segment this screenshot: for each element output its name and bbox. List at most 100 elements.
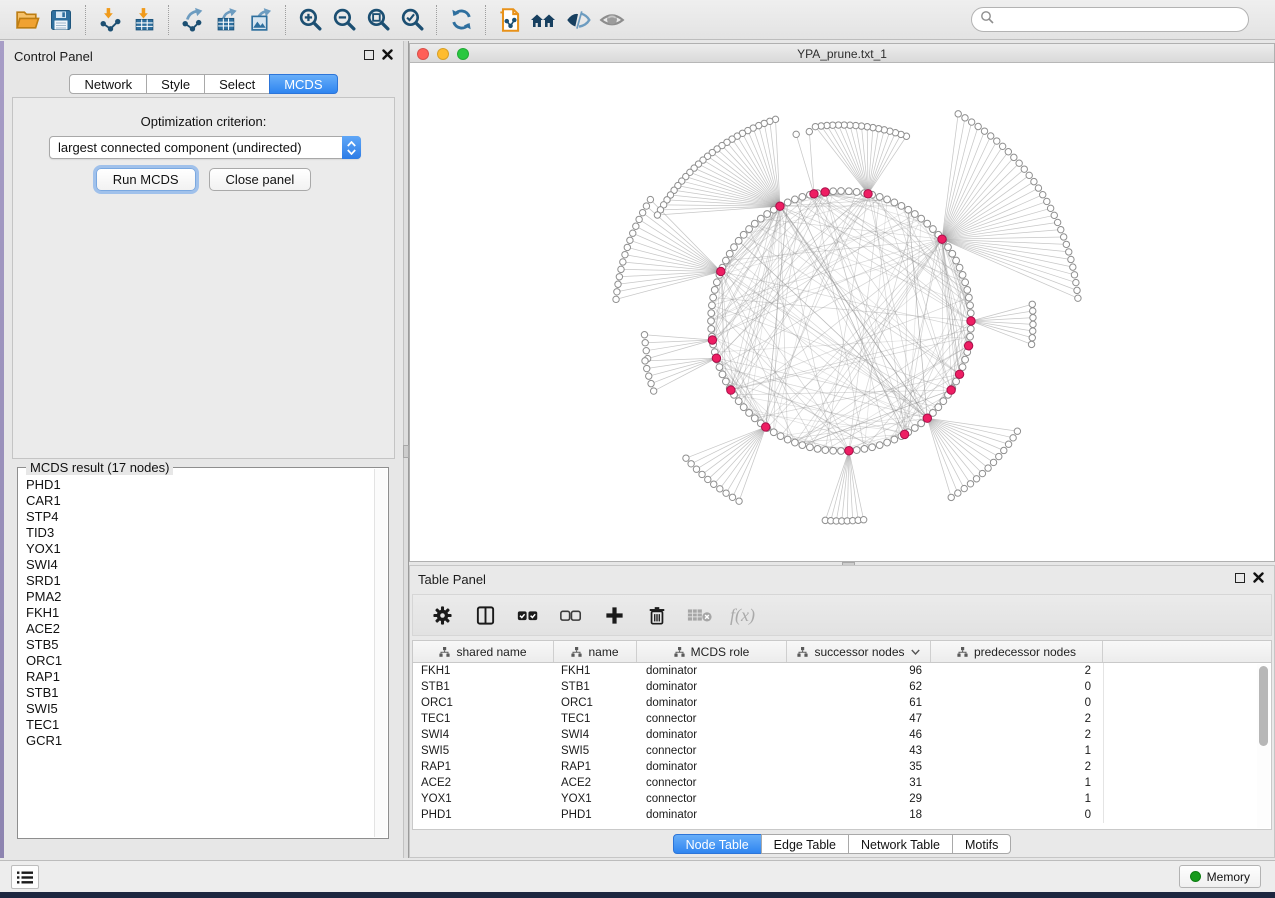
mcds-result-item[interactable]: SWI4 [26,557,374,573]
search-icon [980,10,995,30]
table-row[interactable]: TEC1TEC1connector472 [413,711,1256,727]
tab-mcds[interactable]: MCDS [269,74,337,94]
table-row[interactable]: PHD1PHD1dominator180 [413,807,1256,823]
mcds-result-item[interactable]: STB5 [26,637,374,653]
mcds-result-item[interactable]: SRD1 [26,573,374,589]
table-row[interactable]: ACE2ACE2connector311 [413,775,1256,791]
network-node [948,494,954,500]
column-panel-icon[interactable] [472,602,498,628]
scrollbar-thumb[interactable] [1259,666,1268,746]
open-folder-icon[interactable] [10,4,44,36]
gear-icon[interactable] [429,602,455,628]
network-node [740,231,747,238]
network-node [953,378,960,385]
table-cell: 43 [787,745,931,757]
zoom-out-icon[interactable] [327,4,361,36]
import-table-icon[interactable] [127,4,161,36]
add-icon[interactable] [601,602,627,628]
mcds-result-item[interactable]: TEC1 [26,717,374,733]
function-builder-icon[interactable]: f(x) [730,605,755,626]
table-cell: FKH1 [554,665,637,677]
refresh-layout-icon[interactable] [444,4,478,36]
network-node [1068,256,1074,262]
float-window-icon[interactable] [364,50,374,60]
tab-edge-table[interactable]: Edge Table [761,834,849,854]
column-header-shared-name[interactable]: shared name [413,641,554,662]
mcds-result-item[interactable]: CAR1 [26,493,374,509]
mcds-result-item[interactable]: GCR1 [26,733,374,749]
mcds-result-item[interactable]: PHD1 [26,477,374,493]
network-titlebar[interactable]: YPA_prune.txt_1 [410,44,1274,63]
table-row[interactable]: ORC1ORC1dominator610 [413,695,1256,711]
mcds-result-item[interactable]: SWI5 [26,701,374,717]
close-panel-button[interactable]: Close panel [209,168,312,191]
save-icon[interactable] [44,4,78,36]
network-node [853,447,860,454]
table-row[interactable]: SWI4SWI4dominator462 [413,727,1256,743]
network-node [618,266,624,272]
table-row[interactable]: FKH1FKH1dominator962 [413,663,1256,679]
first-neighbors-icon[interactable] [527,4,561,36]
mcds-node [761,423,769,431]
network-canvas[interactable] [410,63,1274,561]
table-scrollbar[interactable] [1257,664,1270,828]
table-row[interactable]: RAP1RAP1dominator352 [413,759,1256,775]
tab-node-table[interactable]: Node Table [673,834,762,854]
task-history-button[interactable] [11,865,39,889]
tab-network-table[interactable]: Network Table [848,834,953,854]
mcds-result-item[interactable]: FKH1 [26,605,374,621]
export-network-icon[interactable] [176,4,210,36]
deselect-all-icon[interactable] [558,602,584,628]
tab-select[interactable]: Select [204,74,270,94]
search-box[interactable] [971,7,1249,32]
tab-style[interactable]: Style [146,74,205,94]
network-node [731,244,738,251]
criterion-dropdown[interactable]: largest connected component (undirected) [49,136,361,159]
mcds-result-item[interactable]: YOX1 [26,541,374,557]
mcds-result-item[interactable]: ORC1 [26,653,374,669]
mcds-result-item[interactable]: RAP1 [26,669,374,685]
tab-network[interactable]: Network [69,74,147,94]
mcds-result-item[interactable]: TID3 [26,525,374,541]
select-all-icon[interactable] [515,602,541,628]
table-row[interactable]: SWI5SWI5connector431 [413,743,1256,759]
eye-icon[interactable] [595,4,629,36]
export-image-icon[interactable] [244,4,278,36]
column-header-predecessor-nodes[interactable]: predecessor nodes [931,641,1103,662]
delete-icon[interactable] [644,602,670,628]
zoom-selected-icon[interactable] [395,4,429,36]
mcds-result-item[interactable]: STP4 [26,509,374,525]
run-mcds-button[interactable]: Run MCDS [96,168,196,191]
column-header-successor-nodes[interactable]: successor nodes [787,641,931,662]
network-node [981,128,987,134]
mcds-result-item[interactable]: STB1 [26,685,374,701]
mcds-node [810,190,818,198]
mcds-result-item[interactable]: PMA2 [26,589,374,605]
column-header-mcds-role[interactable]: MCDS role [637,641,787,662]
delete-table-icon[interactable] [687,602,713,628]
mcds-node [712,354,720,362]
tab-motifs[interactable]: Motifs [952,834,1011,854]
network-graph[interactable] [410,63,1274,560]
network-node [784,199,791,206]
column-header-name[interactable]: name [554,641,637,662]
memory-button[interactable]: Memory [1179,865,1261,888]
share-network-icon[interactable] [493,4,527,36]
network-node [633,223,639,229]
close-panel-icon[interactable] [382,49,393,60]
float-window-icon[interactable] [1235,573,1245,583]
search-input[interactable] [995,10,1248,30]
export-table-icon[interactable] [210,4,244,36]
table-panel-title: Table Panel [418,572,486,587]
table-row[interactable]: STB1STB1dominator620 [413,679,1256,695]
import-network-icon[interactable] [93,4,127,36]
table-row[interactable]: YOX1YOX1connector291 [413,791,1256,807]
zoom-fit-icon[interactable] [361,4,395,36]
zoom-in-icon[interactable] [293,4,327,36]
result-scrollbar[interactable] [374,469,387,837]
mcds-result-item[interactable]: ACE2 [26,621,374,637]
close-panel-icon[interactable] [1253,572,1264,583]
node-table: shared namenameMCDS rolesuccessor nodesp… [412,640,1272,830]
table-cell: RAP1 [413,761,554,773]
hide-show-icon[interactable] [561,4,595,36]
